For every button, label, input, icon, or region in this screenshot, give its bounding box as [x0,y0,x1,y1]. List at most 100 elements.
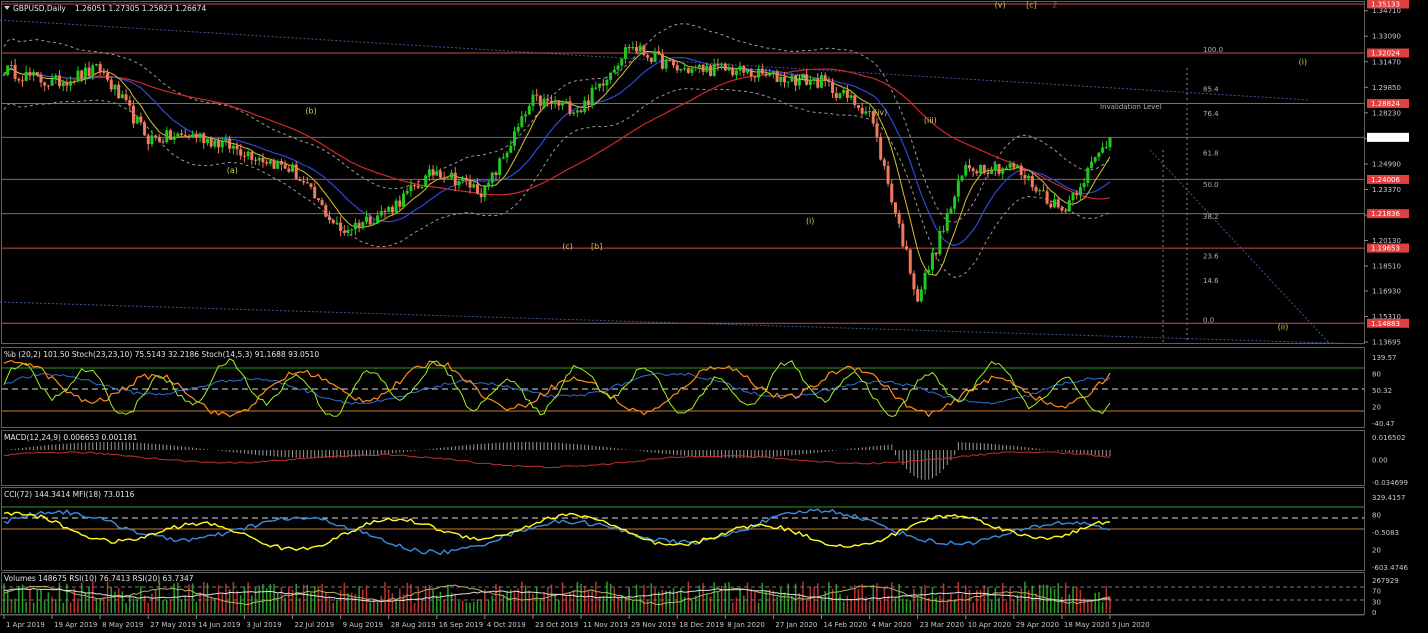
time-tick-label: 27 May 2019 [150,621,196,629]
candle-body [150,135,154,145]
candle-body [657,51,661,55]
candle-body [390,207,394,213]
candle-body [960,175,964,181]
candle-body [590,87,594,105]
panel-tick-label: 20 [1372,404,1381,412]
candle-body [180,133,184,135]
candle-body [372,223,376,225]
macd-header: MACD(12,24,9) 0.006653 0.001181 [4,433,138,442]
candle-body [91,65,95,77]
candle-body [623,47,627,59]
candle-body [1090,161,1094,168]
candle-body [209,138,213,147]
price-tick-label: 1.16930 [1372,287,1401,295]
candle-body [938,230,942,255]
chart-header: GBPUSD,Daily 1.26051 1.27305 1.25823 1.2… [4,4,206,13]
candle-body [990,170,994,174]
candle-body [168,130,172,140]
candle-body [501,157,505,159]
candle-body [191,134,195,138]
candle-body [561,102,565,106]
candle-body [934,252,938,255]
candle-body [98,64,102,72]
panel-tick-label: 50.32 [1372,387,1392,395]
candle-body [642,45,646,56]
candle-body [69,81,73,86]
candle-body [819,75,823,88]
price-level-label: 1.26674 [1371,134,1400,142]
price-level-label: 1.28824 [1371,100,1400,108]
candle-body [897,213,901,224]
candle-body [72,81,76,83]
candle-body [1030,176,1034,188]
candle-body [679,68,683,71]
candle-body [505,152,509,158]
candle-body [1004,167,1008,169]
volume-header: Volumes 148675 RSI(10) 76.7413 RSI(20) 6… [4,574,194,583]
candle-body [483,186,487,198]
candle-body [39,74,43,83]
wave-label: (ii) [795,73,806,82]
candle-body [949,208,953,213]
time-tick-label: 4 Oct 2019 [487,621,526,629]
candle-body [94,64,98,66]
candle-body [246,151,250,157]
candle-body [365,216,369,223]
candle-body [472,184,476,188]
candle-body [901,223,905,247]
wave-label: 2 [1052,1,1057,10]
candle-body [598,83,602,88]
trading-chart[interactable]: GBPUSD,Daily 1.26051 1.27305 1.25823 1.2… [0,0,1428,633]
wave-label: (v) [995,1,1006,10]
candle-body [424,175,428,188]
candle-body [9,64,13,66]
candle-body [117,84,121,99]
candle-body [646,55,650,58]
candle-body [546,98,550,101]
candle-body [135,116,139,124]
candle-body [83,67,87,79]
fib-label: 23.6 [1203,252,1219,260]
candle-body [1027,176,1031,179]
candle-body [357,222,361,229]
price-tick-label: 1.18510 [1372,263,1401,271]
candle-body [339,222,343,231]
candle-body [235,145,239,150]
candle-body [257,157,261,161]
candle-body [967,165,971,169]
time-tick-label: 5 Jun 2020 [1112,621,1150,629]
time-tick-label: 18 Dec 2019 [679,621,724,629]
candle-body [490,172,494,183]
candle-body [709,65,713,76]
candle-body [808,80,812,85]
candle-body [1101,147,1105,153]
candle-body [220,141,224,148]
wave-label: (a) [227,166,238,175]
wave-label: (iii) [924,116,937,125]
time-tick-label: 29 Nov 2019 [631,621,676,629]
candle-body [1086,167,1090,184]
candle-body [664,59,668,69]
candle-body [420,187,424,189]
panel-tick-label: 80 [1372,371,1381,379]
price-level-label: 1.32024 [1371,50,1400,58]
candle-body [975,171,979,174]
candle-body [716,64,720,66]
candle-body [102,71,106,73]
candle-body [32,72,36,76]
candle-body [161,141,165,143]
candle-body [416,185,420,188]
candle-body [50,79,54,86]
time-tick-label: 29 Apr 2020 [1016,621,1059,629]
price-tick-label: 1.23370 [1372,186,1401,194]
candle-body [242,155,246,157]
candle-body [771,71,775,74]
candle-body [834,92,838,99]
candle-body [997,164,1001,174]
candle-body [1093,157,1097,162]
candle-body [753,76,757,78]
candle-body [276,160,280,169]
candle-body [1001,168,1005,174]
candle-body [893,202,897,214]
candle-body [46,85,50,87]
